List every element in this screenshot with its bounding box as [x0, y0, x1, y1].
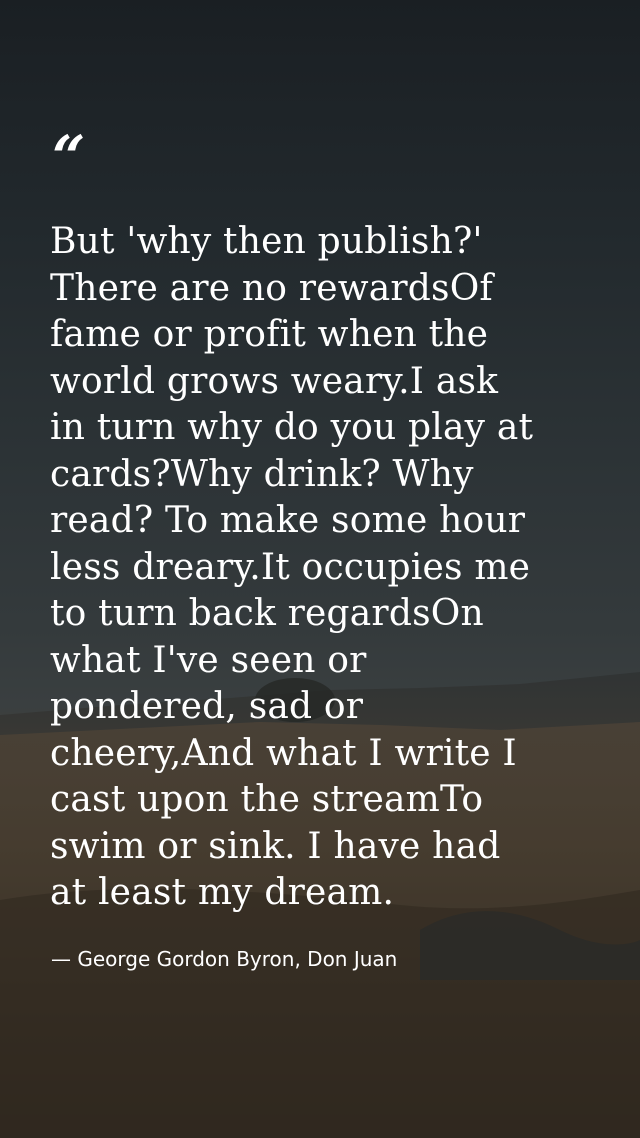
quote-line: But 'why then publish?' [50, 221, 483, 262]
quote-line: pondered, sad or [50, 686, 364, 727]
quote-line: cards?Why drink? Why [50, 453, 474, 495]
quote-line: swim or sink. I have had [50, 825, 501, 867]
quote-line: what I've seen or [50, 639, 367, 681]
quote-line: read? To make some hour [50, 500, 526, 541]
quote-line: cast upon the streamTo [50, 779, 484, 820]
quote-attribution: — George Gordon Byron, Don Juan [51, 947, 398, 971]
quote-line: There are no rewardsOf [50, 267, 493, 309]
quote-line: cheery,And what I write I [50, 732, 517, 774]
quote-line: less dreary.It occupies me [50, 546, 531, 588]
quote-line: in turn why do you play at [50, 407, 534, 448]
quote-line: fame or profit when the [50, 314, 489, 355]
quote-line: at least my dream. [50, 872, 395, 913]
quote-text: But 'why then publish?' There are no rew… [50, 219, 610, 917]
quote-line: world grows weary.I ask [50, 360, 499, 402]
quote-line: to turn back regardsOn [50, 593, 484, 634]
quote-mark-icon: “ [52, 123, 86, 191]
